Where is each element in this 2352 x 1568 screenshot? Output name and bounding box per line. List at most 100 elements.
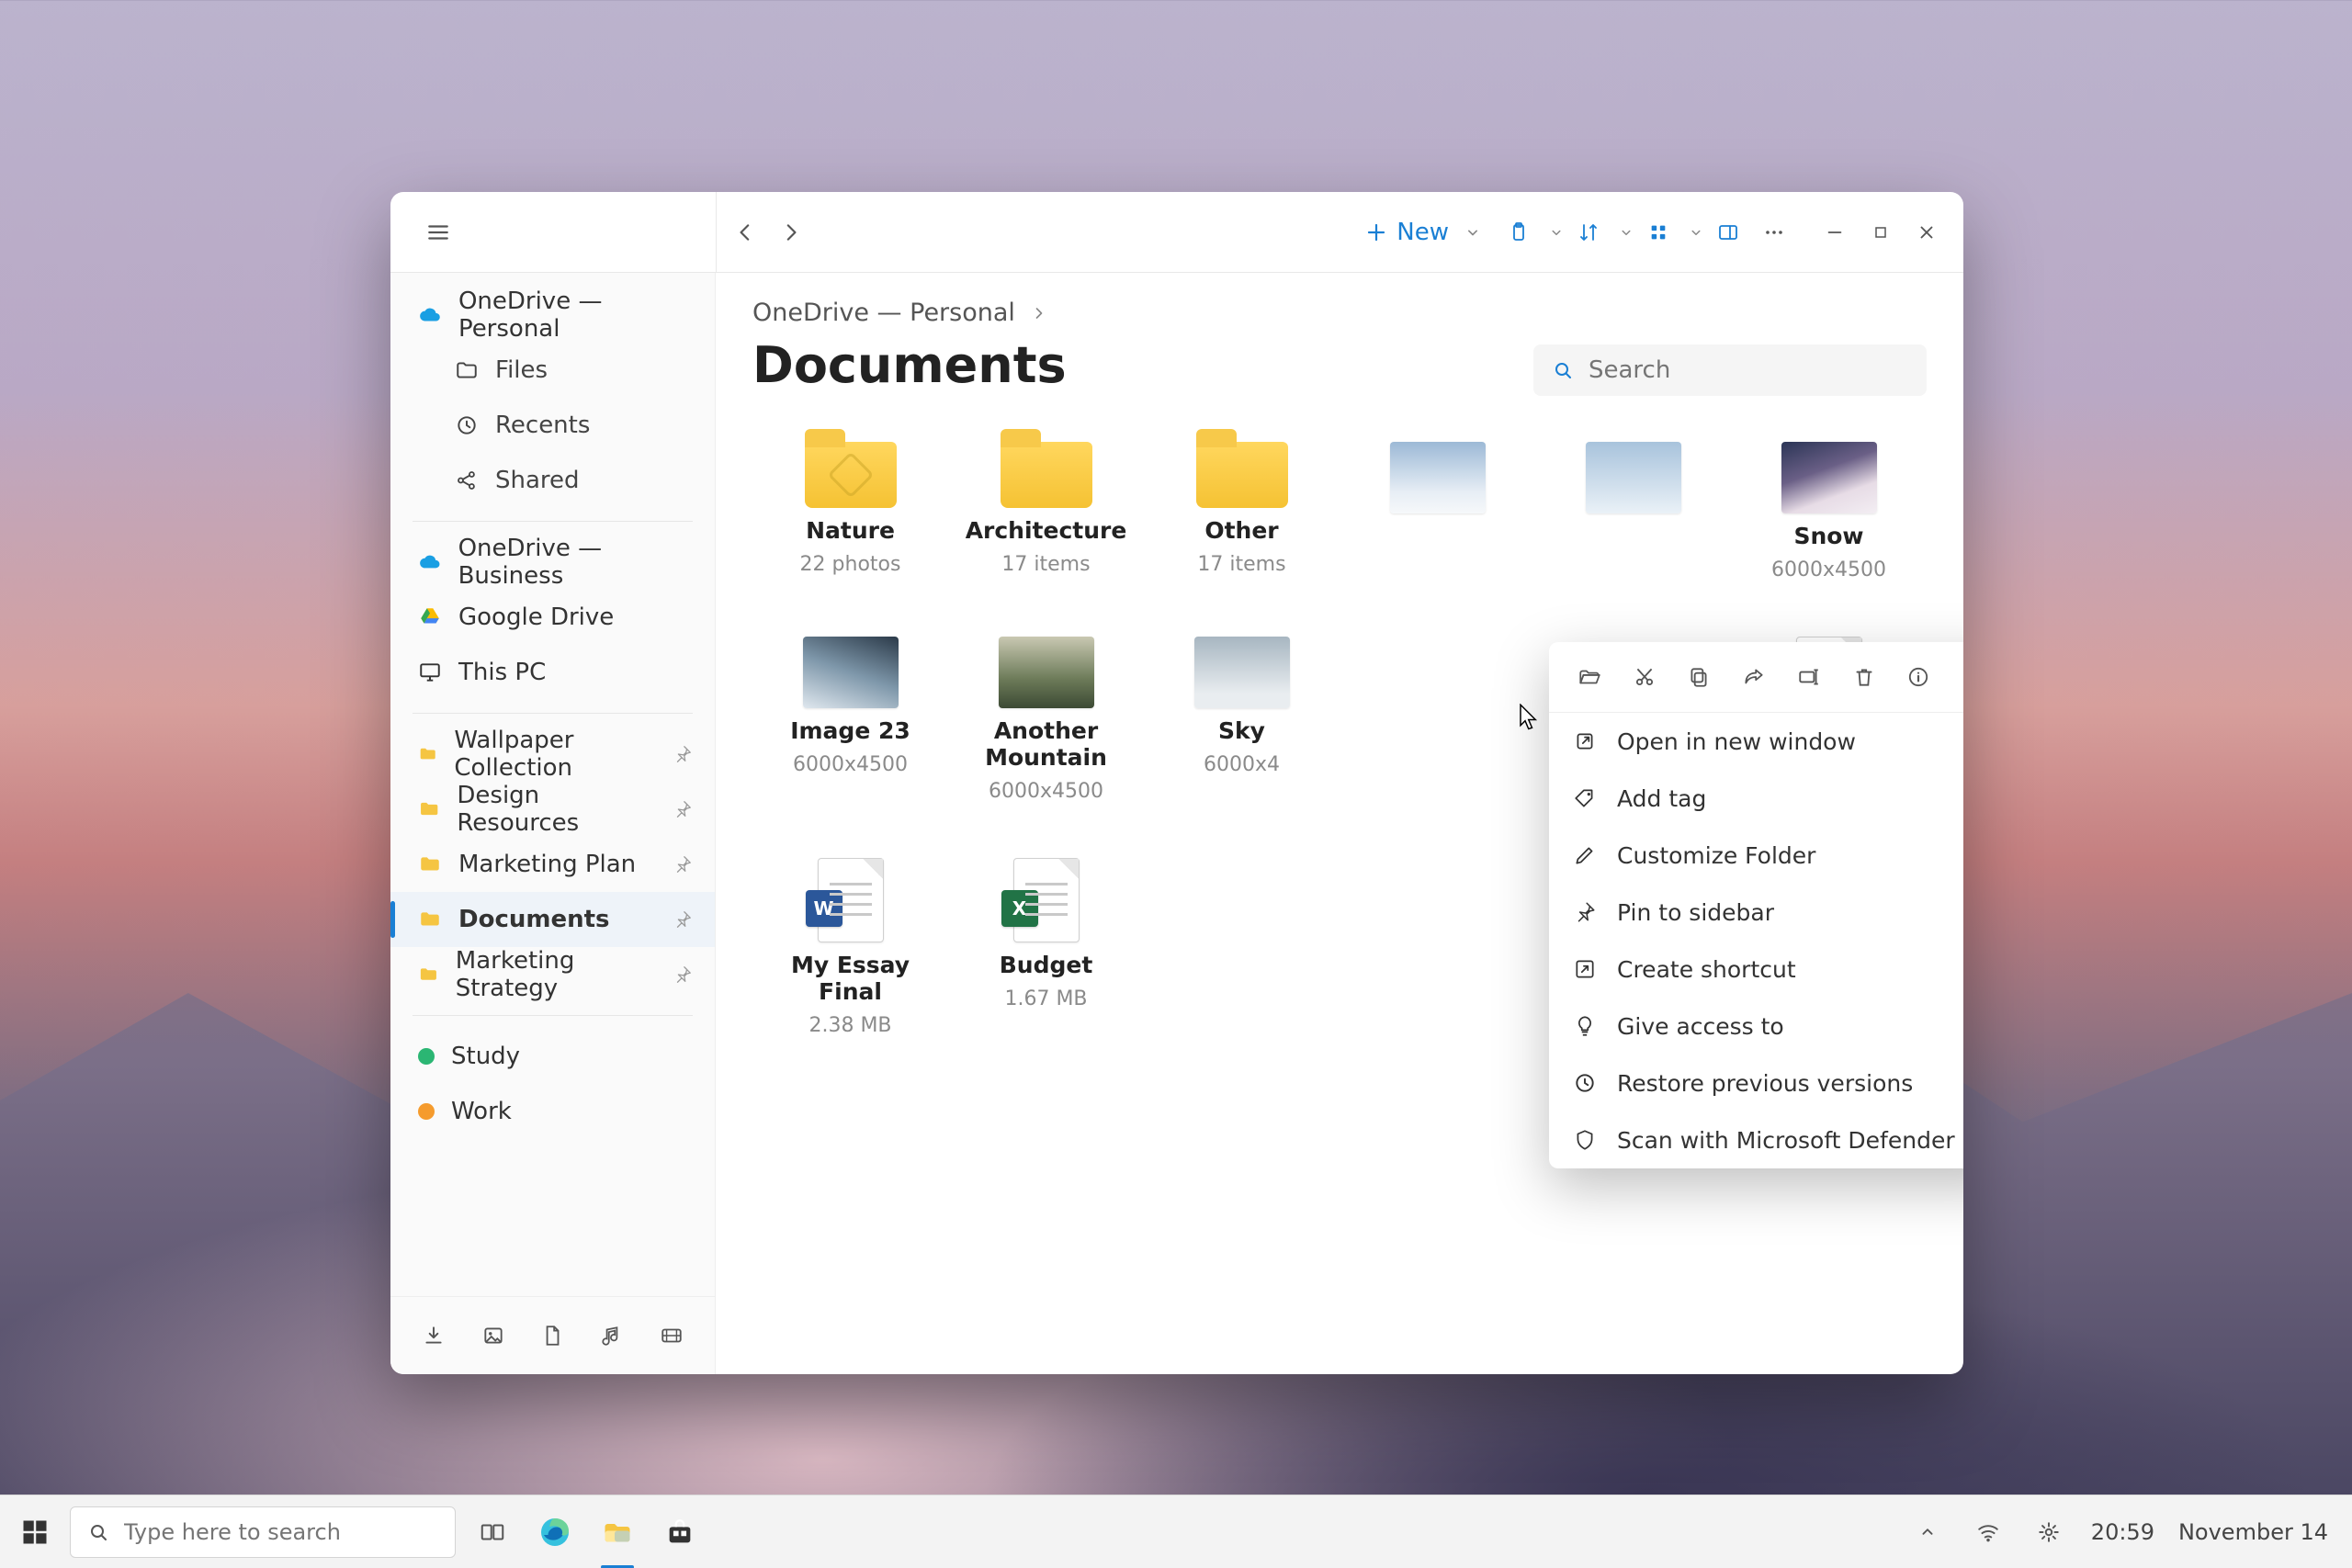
window-maximize-button[interactable]	[1859, 210, 1903, 254]
sidebar-bottom-bar	[390, 1296, 715, 1374]
grid-item[interactable]: Image 236000x4500	[752, 631, 948, 808]
window-close-button[interactable]	[1905, 210, 1949, 254]
taskbar-app-file-explorer[interactable]	[592, 1506, 643, 1558]
sidebar-files[interactable]: Files	[390, 343, 715, 398]
grid-item[interactable]	[1340, 436, 1535, 587]
tray-settings-button[interactable]	[2030, 1514, 2067, 1551]
ctx-delete-button[interactable]	[1844, 657, 1884, 697]
tray-clock[interactable]: 20:59	[2091, 1519, 2154, 1545]
view-button[interactable]	[1636, 210, 1680, 254]
downloads-shortcut[interactable]	[409, 1314, 459, 1358]
sidebar-this-pc[interactable]: This PC	[390, 645, 715, 700]
pin-icon[interactable]	[673, 909, 693, 930]
ctx-cut-button[interactable]	[1624, 657, 1665, 697]
pin-icon[interactable]	[673, 799, 693, 819]
pictures-shortcut[interactable]	[469, 1314, 519, 1358]
context-menu-item[interactable]: Open in new window	[1549, 713, 1963, 770]
ctx-copy-button[interactable]	[1679, 657, 1719, 697]
sidebar-google-drive[interactable]: Google Drive	[390, 590, 715, 645]
context-menu-item[interactable]: Give access to	[1549, 998, 1963, 1055]
grid-item[interactable]: Sky6000x4	[1144, 631, 1340, 808]
new-button[interactable]: New	[1352, 210, 1495, 254]
chevron-down-icon[interactable]	[1688, 224, 1704, 241]
search-input[interactable]	[1589, 356, 1908, 384]
grid-item[interactable]: XBudget1.67 MB	[948, 852, 1144, 1043]
context-menu-item[interactable]: Create shortcut	[1549, 941, 1963, 998]
pin-icon[interactable]	[673, 964, 693, 985]
more-options-button[interactable]	[1752, 210, 1796, 254]
item-meta: 2.38 MB	[808, 1014, 891, 1037]
item-name: Nature	[806, 517, 895, 544]
breadcrumb-segment[interactable]: OneDrive — Personal	[752, 299, 1015, 327]
context-menu-item[interactable]: Scan with Microsoft Defender	[1549, 1111, 1963, 1168]
sidebar-item-label: Google Drive	[458, 604, 614, 631]
context-menu-item[interactable]: Add tag	[1549, 770, 1963, 827]
sidebar-pinned-marketing-plan[interactable]: Marketing Plan	[390, 837, 715, 892]
ctx-open-button[interactable]	[1569, 657, 1610, 697]
sidebar-shared[interactable]: Shared	[390, 453, 715, 508]
documents-shortcut[interactable]	[527, 1314, 578, 1358]
pin-icon[interactable]	[673, 854, 693, 874]
sidebar-pinned-design-resources[interactable]: Design Resources	[390, 782, 715, 837]
grid-item[interactable]	[1535, 436, 1731, 587]
new-button-label: New	[1396, 219, 1449, 246]
ctx-share-button[interactable]	[1734, 657, 1774, 697]
details-pane-button[interactable]	[1706, 210, 1750, 254]
tray-date[interactable]: November 14	[2178, 1519, 2328, 1545]
grid-item[interactable]: Nature22 photos	[752, 436, 948, 587]
search-box[interactable]	[1533, 344, 1927, 396]
ctx-more-button[interactable]	[1953, 657, 1963, 697]
folder-icon	[418, 852, 442, 876]
tray-network-button[interactable]	[1970, 1514, 2007, 1551]
context-menu-toolbar	[1549, 642, 1963, 713]
folder-icon	[1001, 442, 1092, 508]
sidebar-pinned-documents[interactable]: Documents	[390, 892, 715, 947]
chevron-down-icon[interactable]	[1618, 224, 1634, 241]
sidebar-item-label: Design Resources	[457, 782, 656, 837]
nav-forward-button[interactable]	[768, 210, 812, 254]
external-icon	[1573, 729, 1597, 753]
sort-button[interactable]	[1566, 210, 1611, 254]
context-menu-item[interactable]: Pin to sidebar	[1549, 884, 1963, 941]
edge-icon	[538, 1516, 571, 1549]
grid-item[interactable]: Another Mountain6000x4500	[948, 631, 1144, 808]
ctx-properties-button[interactable]	[1898, 657, 1939, 697]
context-menu-item[interactable]: Customize Folder	[1549, 827, 1963, 884]
nav-back-button[interactable]	[724, 210, 768, 254]
context-menu-item[interactable]: Restore previous versions	[1549, 1055, 1963, 1111]
sidebar-item-label: Recents	[495, 412, 590, 439]
taskbar-search-input[interactable]	[124, 1519, 438, 1545]
image-thumbnail	[1390, 442, 1486, 513]
grid-item[interactable]: WMy Essay Final2.38 MB	[752, 852, 948, 1043]
sidebar-onedrive-business[interactable]: OneDrive — Business	[390, 535, 715, 590]
sidebar-pinned-wallpaper-collection[interactable]: Wallpaper Collection	[390, 727, 715, 782]
sidebar-onedrive-personal[interactable]: OneDrive — Personal	[390, 288, 715, 343]
grid-item[interactable]: Architecture17 items	[948, 436, 1144, 587]
ctx-rename-button[interactable]	[1789, 657, 1829, 697]
tray-overflow-button[interactable]	[1909, 1514, 1946, 1551]
videos-shortcut[interactable]	[646, 1314, 696, 1358]
task-view-button[interactable]	[467, 1506, 518, 1558]
folder-icon	[418, 742, 437, 766]
taskbar-search[interactable]	[70, 1506, 456, 1558]
hamburger-menu-button[interactable]	[416, 210, 460, 254]
grid-item[interactable]: Snow6000x4500	[1731, 436, 1927, 587]
context-menu-item-label: Open in new window	[1617, 728, 1856, 755]
item-name: Snow	[1793, 523, 1863, 549]
taskbar-app-store[interactable]	[654, 1506, 706, 1558]
pin-icon[interactable]	[673, 744, 693, 764]
sort-icon	[1577, 221, 1600, 243]
music-shortcut[interactable]	[587, 1314, 638, 1358]
item-meta: 6000x4500	[989, 780, 1103, 803]
sidebar-recents[interactable]: Recents	[390, 398, 715, 453]
window-minimize-button[interactable]	[1813, 210, 1857, 254]
grid-item[interactable]: Other17 items	[1144, 436, 1340, 587]
sidebar-tag-study[interactable]: Study	[390, 1029, 715, 1084]
sidebar-pinned-marketing-strategy[interactable]: Marketing Strategy	[390, 947, 715, 1002]
taskbar-app-edge[interactable]	[529, 1506, 581, 1558]
sidebar-item-label: Marketing Strategy	[456, 947, 656, 1002]
start-button[interactable]	[11, 1508, 59, 1556]
chevron-down-icon[interactable]	[1548, 224, 1565, 241]
paste-button[interactable]	[1497, 210, 1541, 254]
sidebar-tag-work[interactable]: Work	[390, 1084, 715, 1139]
